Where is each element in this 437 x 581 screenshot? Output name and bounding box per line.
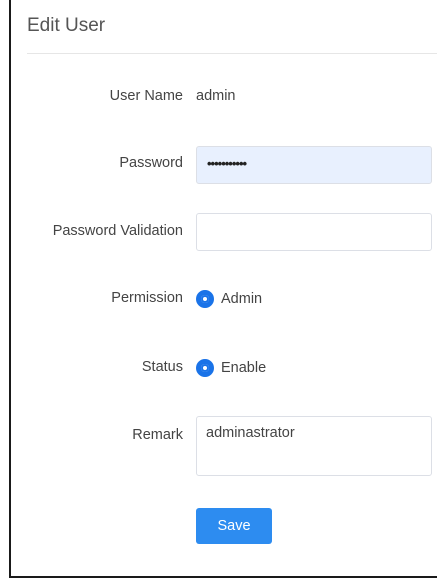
permission-admin-radio[interactable]: Admin	[196, 290, 262, 308]
password-validation-label: Password Validation	[52, 223, 183, 239]
remark-label: Remark	[132, 427, 183, 443]
remark-textarea[interactable]: adminastrator	[196, 416, 432, 476]
permission-admin-label[interactable]: Admin	[221, 291, 262, 307]
password-label: Password	[119, 155, 183, 171]
password-field[interactable]: •••••••••••	[196, 146, 432, 184]
page-title: Edit User	[27, 15, 106, 36]
password-validation-field[interactable]	[196, 213, 432, 251]
status-label: Status	[141, 359, 183, 375]
status-enable-radio[interactable]: Enable	[196, 359, 266, 377]
status-enable-label[interactable]: Enable	[221, 360, 266, 376]
radio-selected-icon[interactable]	[196, 359, 214, 377]
password-masked-value: •••••••••••	[207, 156, 247, 171]
user-name-label: User Name	[109, 88, 183, 104]
radio-selected-icon[interactable]	[196, 290, 214, 308]
user-name-value: admin	[196, 88, 236, 104]
title-divider	[27, 53, 437, 54]
save-button[interactable]: Save	[196, 508, 272, 544]
permission-label: Permission	[111, 290, 183, 306]
edit-user-panel: Edit User User Name admin Password •••••…	[9, 0, 437, 578]
